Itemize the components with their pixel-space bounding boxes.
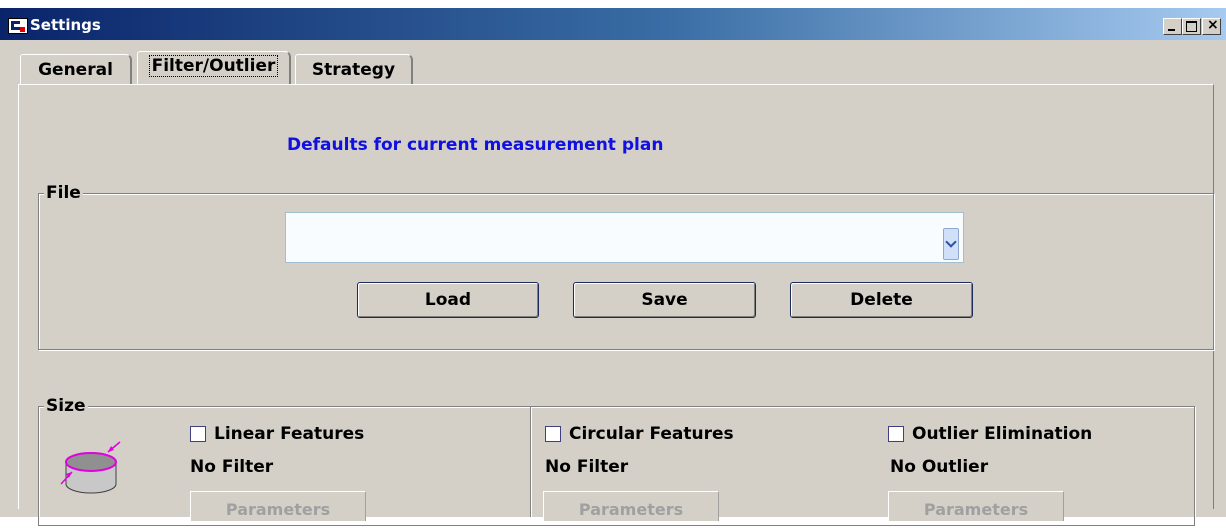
column-divider (530, 407, 532, 517)
app-icon (8, 18, 28, 34)
save-button[interactable]: Save (573, 282, 756, 318)
linear-features-checkbox[interactable]: Linear Features (190, 424, 364, 444)
outlier-elimination-checkbox-box[interactable] (888, 426, 904, 442)
outlier-elimination-checkbox[interactable]: Outlier Elimination (888, 424, 1092, 444)
load-button[interactable]: Load (357, 282, 539, 318)
chevron-down-icon[interactable] (943, 228, 959, 260)
close-icon: × (1207, 17, 1219, 33)
tab-filter-outlier[interactable]: Filter/Outlier (137, 51, 291, 84)
title-bar[interactable]: Settings × (0, 8, 1226, 40)
linear-features-label: Linear Features (214, 424, 365, 444)
file-combobox[interactable] (285, 212, 964, 263)
size-legend: Size (44, 396, 88, 416)
tab-general[interactable]: General (20, 54, 132, 84)
outlier-status: No Outlier (890, 457, 989, 477)
close-button[interactable]: × (1202, 17, 1221, 35)
circular-features-checkbox-box[interactable] (545, 426, 561, 442)
circular-filter-status: No Filter (545, 457, 629, 477)
cylinder-diameter-icon (60, 441, 121, 494)
outlier-elimination-label: Outlier Elimination (912, 424, 1093, 444)
delete-button[interactable]: Delete (790, 282, 973, 318)
maximize-button[interactable] (1182, 18, 1201, 35)
tab-filter-outlier-label: Filter/Outlier (148, 55, 279, 77)
circular-features-label: Circular Features (569, 424, 734, 444)
page-heading: Defaults for current measurement plan (287, 135, 664, 155)
tab-general-label: General (38, 60, 113, 80)
tab-strategy[interactable]: Strategy (295, 54, 413, 84)
window-title: Settings (30, 16, 101, 34)
circular-features-checkbox[interactable]: Circular Features (545, 424, 734, 444)
linear-features-checkbox-box[interactable] (190, 426, 206, 442)
minimize-button[interactable] (1163, 18, 1182, 35)
file-legend: File (44, 183, 83, 203)
linear-filter-status: No Filter (190, 457, 274, 477)
tab-strategy-label: Strategy (311, 60, 396, 80)
